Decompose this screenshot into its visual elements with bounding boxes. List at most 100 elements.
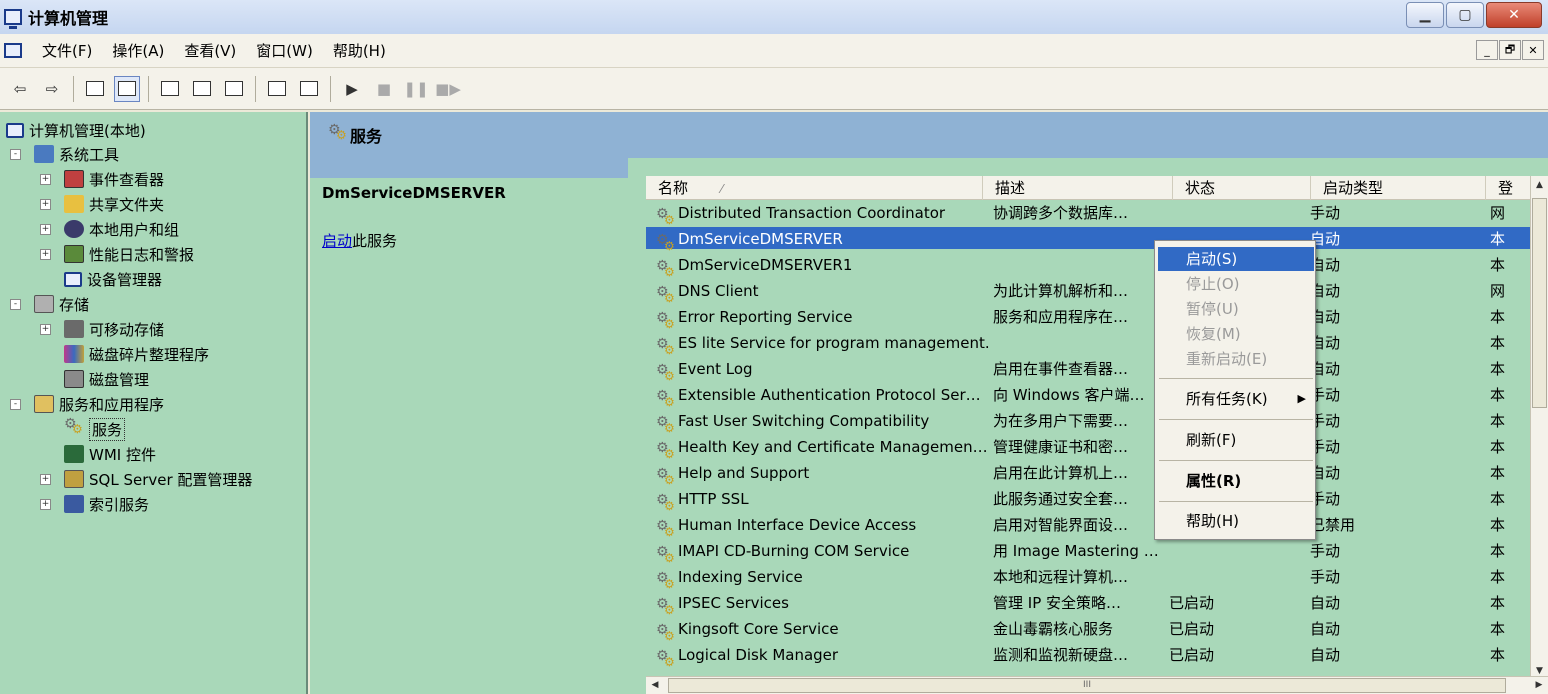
tree-item-sql-server-config[interactable]: SQL Server 配置管理器 <box>64 467 252 491</box>
action-pane-button[interactable] <box>296 76 322 102</box>
horizontal-scroll-thumb[interactable]: III <box>668 678 1506 693</box>
column-header-name[interactable]: 名称 ⁄ <box>646 176 983 200</box>
tree-item-event-viewer[interactable]: 事件查看器 <box>64 167 164 191</box>
tree-item-system-tools[interactable]: 系统工具 <box>34 142 119 166</box>
context-help[interactable]: 帮助(H) <box>1158 509 1314 533</box>
context-stop[interactable]: 停止(O) <box>1158 272 1314 296</box>
collapse-icon[interactable]: - <box>10 399 21 410</box>
show-hide-tree-button[interactable] <box>114 75 140 102</box>
service-row[interactable]: Logical Disk Manager 监测和监视新硬盘… 已启动 自动 本 <box>646 642 1548 669</box>
menu-action[interactable]: 操作(A) <box>102 38 174 63</box>
service-row[interactable]: HTTP SSL 此服务通过安全套… 手动 本 <box>646 486 1548 513</box>
service-row[interactable]: ES lite Service for program management. 自… <box>646 330 1548 357</box>
context-properties[interactable]: 属性(R) <box>1158 469 1314 493</box>
scroll-left-arrow-icon[interactable]: ◀ <box>646 677 664 694</box>
vertical-scroll-thumb[interactable] <box>1532 198 1547 408</box>
services-apps-icon <box>34 395 54 413</box>
column-header-startup-type[interactable]: 启动类型 <box>1311 176 1486 200</box>
service-row[interactable]: DmServiceDMSERVER1 自动 本 <box>646 252 1548 279</box>
tree-item-local-users[interactable]: 本地用户和组 <box>64 217 179 241</box>
service-row[interactable]: Distributed Transaction Coordinator 协调跨多个… <box>646 200 1548 227</box>
collapse-icon[interactable]: - <box>10 149 21 160</box>
column-header-status[interactable]: 状态 <box>1173 176 1311 200</box>
tree-item-performance-logs[interactable]: 性能日志和警报 <box>64 242 194 266</box>
expand-icon[interactable]: + <box>40 499 51 510</box>
tree-item-defrag[interactable]: 磁盘碎片整理程序 <box>64 342 209 366</box>
service-name: DmServiceDMSERVER1 <box>678 256 853 274</box>
forward-button[interactable]: ⇨ <box>39 76 65 102</box>
vertical-scrollbar[interactable]: ▲ ▼ <box>1530 176 1548 680</box>
start-service-link[interactable]: 启动 <box>322 232 352 250</box>
service-row[interactable]: Extensible Authentication Protocol Ser… 向… <box>646 382 1548 409</box>
service-row[interactable]: Help and Support 启用在此计算机上… 自动 本 <box>646 460 1548 487</box>
service-row[interactable]: Health Key and Certificate Managemen… 管理健… <box>646 434 1548 461</box>
tree-item-shared-folders[interactable]: 共享文件夹 <box>64 192 164 216</box>
menu-window[interactable]: 窗口(W) <box>246 38 323 63</box>
context-start[interactable]: 启动(S) <box>1158 247 1314 271</box>
context-menu: 启动(S) 停止(O) 暂停(U) 恢复(M) 重新启动(E) 所有任务(K) … <box>1154 240 1316 540</box>
tree-item-indexing-service[interactable]: 索引服务 <box>64 492 149 516</box>
menu-file[interactable]: 文件(F) <box>32 38 102 63</box>
service-row[interactable]: DmServiceDMSERVER 自动 本 <box>646 226 1548 252</box>
horizontal-scrollbar[interactable]: ◀ III ▶ <box>646 676 1548 694</box>
up-level-button[interactable] <box>82 76 108 102</box>
stop-service-button[interactable]: ■ <box>371 76 397 102</box>
storage-icon <box>34 295 54 313</box>
service-name: Help and Support <box>678 464 810 482</box>
tree-item-disk-management[interactable]: 磁盘管理 <box>64 367 149 391</box>
start-service-button[interactable]: ▶ <box>339 76 365 102</box>
expand-icon[interactable]: + <box>40 174 51 185</box>
service-row[interactable]: Error Reporting Service 服务和应用程序在… 自动 本 <box>646 304 1548 331</box>
service-row[interactable]: IMAPI CD-Burning COM Service 用 Image Mast… <box>646 538 1548 565</box>
service-row[interactable]: Indexing Service 本地和远程计算机… 手动 本 <box>646 564 1548 591</box>
expand-icon[interactable]: + <box>40 224 51 235</box>
expand-icon[interactable]: + <box>40 199 51 210</box>
mdi-restore-button[interactable]: 🗗 <box>1499 40 1521 60</box>
scroll-right-arrow-icon[interactable]: ▶ <box>1530 677 1548 694</box>
column-header-description[interactable]: 描述 <box>983 176 1173 200</box>
back-button[interactable]: ⇦ <box>7 76 33 102</box>
menu-help[interactable]: 帮助(H) <box>323 38 396 63</box>
context-pause[interactable]: 暂停(U) <box>1158 297 1314 321</box>
column-header-logon[interactable]: 登 <box>1486 176 1531 200</box>
help-button[interactable] <box>264 76 290 102</box>
mdi-minimize-button[interactable]: _ <box>1476 40 1498 60</box>
tree-item-services[interactable]: 服务 <box>64 416 126 441</box>
menu-view[interactable]: 查看(V) <box>174 38 246 63</box>
cell-startup-type: 手动 <box>1310 438 1341 456</box>
export-list-button[interactable] <box>221 76 247 102</box>
tree-item-services-apps[interactable]: 服务和应用程序 <box>34 392 164 416</box>
system-menu-icon[interactable] <box>4 43 22 58</box>
properties-button[interactable] <box>157 76 183 102</box>
service-row[interactable]: DNS Client 为此计算机解析和… 自动 网 <box>646 278 1548 305</box>
collapse-icon[interactable]: - <box>10 299 21 310</box>
context-all-tasks[interactable]: 所有任务(K) ▶ <box>1158 387 1314 411</box>
pause-service-button[interactable]: ❚❚ <box>403 76 429 102</box>
selected-service-title: DmServiceDMSERVER <box>322 184 506 202</box>
mdi-close-button[interactable]: ✕ <box>1522 40 1544 60</box>
expand-icon[interactable]: + <box>40 324 51 335</box>
tree-item-computer-management[interactable]: 计算机管理(本地) <box>6 118 146 142</box>
toolbar-separator <box>73 75 74 102</box>
context-restart[interactable]: 重新启动(E) <box>1158 347 1314 371</box>
scroll-up-arrow-icon[interactable]: ▲ <box>1531 176 1548 194</box>
tree-item-removable-storage[interactable]: 可移动存储 <box>64 317 164 341</box>
service-row[interactable]: Event Log 启用在事件查看器… 自动 本 <box>646 356 1548 383</box>
refresh-button[interactable] <box>189 76 215 102</box>
close-button[interactable]: ✕ <box>1486 2 1542 28</box>
service-row[interactable]: Kingsoft Core Service 金山毒霸核心服务 已启动 自动 本 <box>646 616 1548 643</box>
service-row[interactable]: IPSEC Services 管理 IP 安全策略… 已启动 自动 本 <box>646 590 1548 617</box>
tree-item-storage[interactable]: 存储 <box>34 292 89 316</box>
maximize-button[interactable]: ▢ <box>1446 2 1484 28</box>
expand-icon[interactable]: + <box>40 249 51 260</box>
service-row[interactable]: Human Interface Device Access 启用对智能界面设… 已禁… <box>646 512 1548 539</box>
device-manager-icon <box>64 271 82 287</box>
context-refresh[interactable]: 刷新(F) <box>1158 428 1314 452</box>
minimize-button[interactable]: ▁ <box>1406 2 1444 28</box>
tree-item-device-manager[interactable]: 设备管理器 <box>64 267 162 291</box>
restart-service-button[interactable]: ■▶ <box>435 76 461 102</box>
context-resume[interactable]: 恢复(M) <box>1158 322 1314 346</box>
service-row[interactable]: Fast User Switching Compatibility 为在多用户下需… <box>646 408 1548 435</box>
expand-icon[interactable]: + <box>40 474 51 485</box>
tree-item-wmi-control[interactable]: WMI 控件 <box>64 442 156 466</box>
